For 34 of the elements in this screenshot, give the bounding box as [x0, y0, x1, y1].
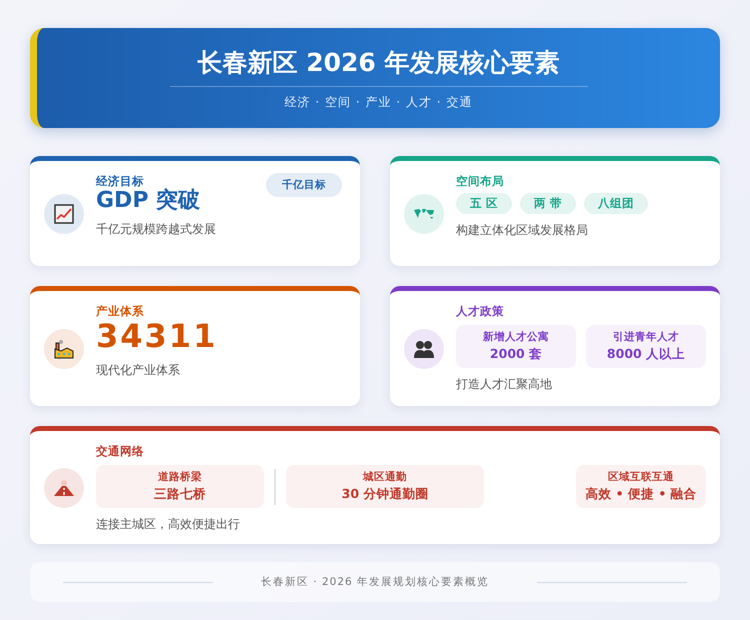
people-icon	[413, 338, 435, 358]
line-chart-icon	[54, 204, 74, 224]
factory-icon	[53, 338, 75, 360]
card-description: 现代化产业体系	[96, 362, 180, 380]
card-label: 空间布局	[456, 174, 504, 189]
headline: 34311	[96, 319, 218, 354]
stat-value: 高效 • 便捷 • 融合	[585, 486, 697, 503]
road-icon	[53, 478, 75, 496]
page-title: 长春新区 2026 年发展核心要素	[170, 46, 588, 86]
tag: 千亿目标	[266, 173, 342, 197]
tag: 两 带	[520, 193, 576, 214]
world-map-icon	[413, 208, 435, 220]
tag: 五 区	[456, 193, 512, 214]
page-subtitle: 经济 · 空间 · 产业 · 人才 · 交通	[284, 94, 472, 110]
card-description: 打造人才汇聚高地	[456, 376, 552, 393]
stat-title: 新增人才公寓	[483, 330, 549, 344]
stat-title: 区域互联互通	[608, 470, 674, 484]
stat-title: 引进青年人才	[613, 330, 679, 344]
stat-value: 8000 人以上	[606, 346, 686, 363]
card-description: 千亿元规模跨越式发展	[96, 221, 216, 238]
stat-title: 城区通勤	[363, 470, 407, 484]
card-label: 人才政策	[456, 304, 504, 319]
card-description: 连接主城区，高效便捷出行	[96, 516, 240, 533]
stat-value: 2000 套	[490, 346, 542, 363]
stat-value: 30 分钟通勤圈	[342, 486, 428, 503]
card-description: 构建立体化区域发展格局	[456, 222, 588, 239]
card-label: 产业体系	[96, 304, 144, 319]
tag: 八组团	[584, 193, 648, 214]
card-label: 经济目标	[96, 174, 144, 189]
stat-title: 道路桥梁	[158, 470, 202, 484]
stat-value: 三路七桥	[154, 486, 206, 503]
headline: GDP 突破	[96, 189, 200, 214]
card-label: 交通网络	[96, 444, 144, 459]
footer-text: 长春新区 · 2026 年发展规划核心要素概览	[260, 575, 490, 589]
